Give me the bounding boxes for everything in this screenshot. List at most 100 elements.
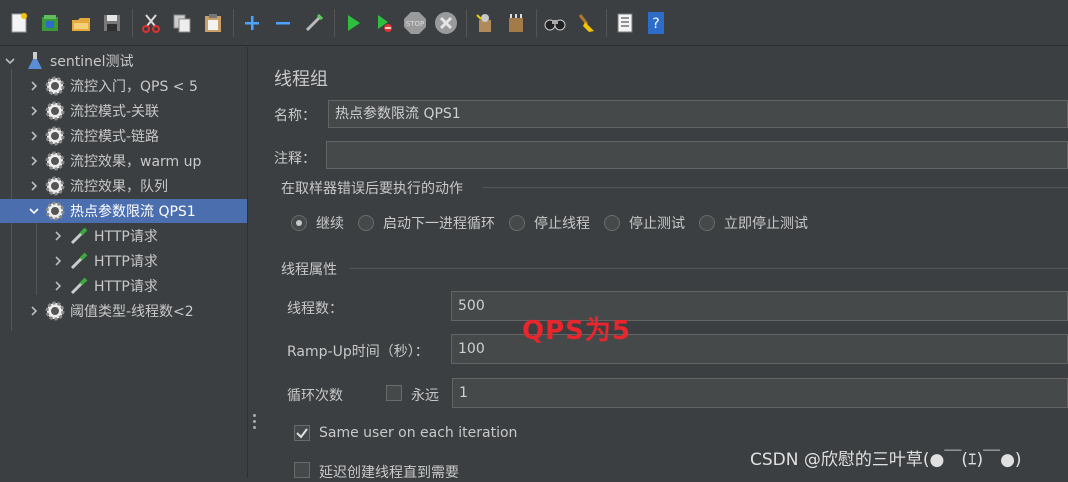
radio-label: 立即停止测试	[724, 216, 808, 232]
radio-label: 启动下一进程循环	[383, 216, 495, 232]
help-icon[interactable]: ?	[643, 10, 669, 36]
thread-group-panel: 线程组 名称： 热点参数限流 QPS1 注释： 在取样器错误后要执行的动作 继续…	[261, 47, 1068, 481]
comment-label: 注释：	[274, 151, 316, 167]
save-icon[interactable]	[99, 10, 125, 36]
paste-icon[interactable]	[200, 10, 226, 36]
clear-icon[interactable]	[472, 10, 498, 36]
toolbar: STOP ?	[0, 0, 1068, 46]
radio-start-next-loop[interactable]	[358, 215, 374, 231]
tree-item-thread-group[interactable]: 流控模式-关联	[0, 99, 247, 123]
chevron-down-icon[interactable]	[2, 53, 18, 69]
cut-icon[interactable]	[138, 10, 164, 36]
pipette-icon	[68, 225, 90, 247]
tree-item-thread-group[interactable]: 流控效果，warm up	[0, 149, 247, 173]
tree-item-label: HTTP请求	[94, 254, 158, 270]
toolbar-separator	[536, 8, 537, 37]
delay-thread-label: 延迟创建线程直到需要	[319, 465, 459, 481]
rampup-label: Ramp-Up时间（秒）：	[287, 344, 429, 360]
chevron-right-icon[interactable]	[26, 178, 42, 194]
pipette-icon	[68, 275, 90, 297]
chevron-right-icon[interactable]	[50, 253, 66, 269]
stop-icon[interactable]: STOP	[402, 10, 428, 36]
function-helper-list-icon[interactable]	[612, 10, 638, 36]
radio-label: 继续	[316, 216, 344, 232]
tree-item-http-request[interactable]: HTTP请求	[0, 274, 247, 298]
forever-label: 永远	[411, 388, 439, 404]
splitter-grip-dot	[253, 420, 256, 423]
tree-item-label: 阈值类型-线程数<2	[70, 304, 194, 320]
radio-stop-test-now[interactable]	[699, 215, 715, 231]
chevron-down-icon[interactable]	[26, 203, 42, 219]
test-plan-tree: sentinel测试 流控入门，QPS < 5 流控模式-关联 流控模式-链路 …	[0, 47, 247, 478]
toolbar-separator	[233, 8, 234, 37]
delay-thread-checkbox[interactable]	[294, 462, 310, 478]
chevron-right-icon[interactable]	[26, 303, 42, 319]
radio-selected-dot	[296, 220, 302, 226]
loops-field[interactable]: 1	[452, 378, 1068, 408]
splitter-grip-dot	[253, 426, 256, 429]
clear-all-icon[interactable]	[503, 10, 529, 36]
gear-icon	[44, 150, 66, 172]
radio-label: 停止线程	[534, 216, 590, 232]
toolbar-separator	[606, 8, 607, 37]
tree-item-http-request[interactable]: HTTP请求	[0, 249, 247, 273]
gear-icon	[44, 125, 66, 147]
name-field[interactable]: 热点参数限流 QPS1	[328, 100, 1068, 128]
tree-item-thread-group[interactable]: 流控入门，QPS < 5	[0, 74, 247, 98]
tree-item-label: 流控入门，QPS < 5	[70, 79, 198, 95]
chevron-right-icon[interactable]	[26, 153, 42, 169]
tree-item-label: 流控模式-链路	[70, 129, 160, 145]
reset-search-broom-icon[interactable]	[573, 10, 599, 36]
svg-text:STOP: STOP	[406, 20, 424, 28]
templates-icon[interactable]	[37, 10, 63, 36]
tree-item-label: 流控效果，warm up	[70, 154, 202, 170]
forever-checkbox[interactable]	[386, 385, 402, 401]
csdn-watermark: CSDN @欣慰的三叶草(●￣(ｴ)￣●)	[750, 450, 1022, 470]
comment-field[interactable]	[326, 141, 1068, 169]
svg-text:?: ?	[652, 16, 659, 32]
tree-item-thread-group[interactable]: 流控效果，队列	[0, 174, 247, 198]
chevron-right-icon[interactable]	[50, 228, 66, 244]
shutdown-icon[interactable]	[433, 10, 459, 36]
group-divider	[349, 268, 1068, 269]
collapse-minus-icon[interactable]	[270, 10, 296, 36]
toggle-wand-icon[interactable]	[301, 10, 327, 36]
tree-item-thread-group-selected[interactable]: 热点参数限流 QPS1	[0, 199, 247, 223]
radio-continue[interactable]	[291, 215, 307, 231]
radio-stop-thread[interactable]	[509, 215, 525, 231]
expand-plus-icon[interactable]	[239, 10, 265, 36]
pipette-icon	[68, 250, 90, 272]
toolbar-separator	[334, 8, 335, 37]
error-action-radio-group: 继续 启动下一进程循环 停止线程 停止测试 立即停止测试	[291, 213, 822, 233]
chevron-right-icon[interactable]	[26, 103, 42, 119]
new-file-icon[interactable]	[6, 10, 32, 36]
group-divider	[483, 187, 1068, 188]
loops-label: 循环次数	[287, 388, 343, 404]
radio-stop-test[interactable]	[604, 215, 620, 231]
gear-icon	[44, 175, 66, 197]
chevron-right-icon[interactable]	[26, 78, 42, 94]
tree-item-label: sentinel测试	[50, 54, 134, 70]
toolbar-separator	[132, 8, 133, 37]
splitter-grip-dot	[253, 414, 256, 417]
toolbar-separator	[466, 8, 467, 37]
chevron-right-icon[interactable]	[50, 278, 66, 294]
page-title: 线程组	[274, 69, 328, 90]
copy-icon[interactable]	[169, 10, 195, 36]
start-no-pause-icon[interactable]	[371, 10, 397, 36]
start-icon[interactable]	[340, 10, 366, 36]
tree-item-root[interactable]: sentinel测试	[0, 49, 247, 73]
same-user-checkbox[interactable]	[294, 425, 310, 441]
search-binoculars-icon[interactable]	[542, 10, 568, 36]
qps-annotation: QPS为5	[522, 316, 631, 346]
tree-item-thread-group[interactable]: 流控模式-链路	[0, 124, 247, 148]
tree-item-http-request[interactable]: HTTP请求	[0, 224, 247, 248]
tree-item-label: 流控效果，队列	[70, 179, 168, 195]
open-folder-icon[interactable]	[68, 10, 94, 36]
chevron-right-icon[interactable]	[26, 128, 42, 144]
tree-item-label: 流控模式-关联	[70, 104, 160, 120]
thread-props-group-title: 线程属性	[281, 262, 337, 278]
gear-icon	[44, 200, 66, 222]
checkmark-icon	[296, 428, 308, 439]
tree-item-thread-group[interactable]: 阈值类型-线程数<2	[0, 299, 247, 323]
